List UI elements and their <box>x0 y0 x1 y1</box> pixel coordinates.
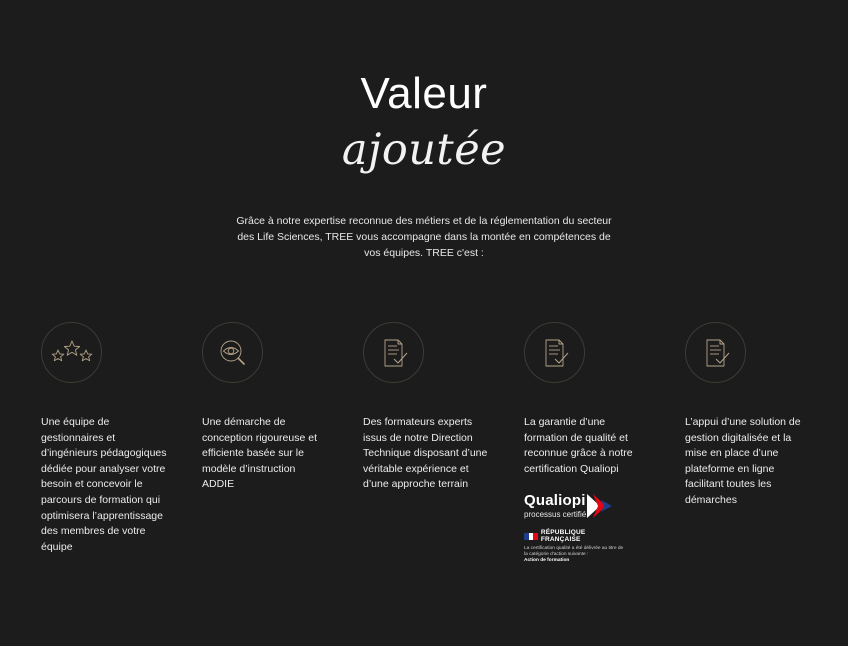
certification-note-text: La certification qualité a été délivrée … <box>524 546 624 558</box>
qualiopi-tagline: processus certifié <box>524 510 587 520</box>
republique-label: RÉPUBLIQUE FRANÇAISE <box>540 529 586 544</box>
feature-team: Une équipe de gestionnaires et d’ingénie… <box>41 322 167 555</box>
document-check-icon <box>706 339 729 366</box>
qualiopi-mark-icon <box>587 494 613 519</box>
feature-icon-circle <box>524 322 585 383</box>
feature-trainers: Des formateurs experts issus de notre Di… <box>363 322 489 493</box>
feature-digital: L’appui d’une solution de gestion digita… <box>685 322 811 509</box>
page-subtitle: ajoutée <box>341 125 507 175</box>
qualiopi-name: Qualiopi <box>524 492 586 510</box>
feature-icon-circle <box>363 322 424 383</box>
page-title: Valeur <box>360 69 488 118</box>
feature-method: Une démarche de conception rigoureuse et… <box>202 322 328 493</box>
qualiopi-logo: Qualiopi processus certifié RÉPUBLIQUE F… <box>524 493 626 564</box>
feature-text: Une démarche de conception rigoureuse et… <box>202 416 317 491</box>
feature-text: Des formateurs experts issus de notre Di… <box>363 416 488 491</box>
intro-text: Grâce à notre expertise reconnue des mét… <box>236 215 612 259</box>
feature-quality: La garantie d’une formation de qualité e… <box>524 322 650 564</box>
stars-icon <box>51 340 92 361</box>
feature-text: Une équipe de gestionnaires et d’ingénie… <box>41 416 167 553</box>
feature-text: La garantie d’une formation de qualité e… <box>524 416 633 475</box>
certification-note: La certification qualité a été délivrée … <box>524 546 626 564</box>
feature-icon-circle <box>202 322 263 383</box>
feature-text: L’appui d’une solution de gestion digita… <box>685 416 801 506</box>
french-flag-icon <box>524 532 538 540</box>
certification-action: Action de formation <box>524 558 570 564</box>
document-check-icon <box>545 339 568 366</box>
feature-icon-circle <box>41 322 102 383</box>
document-check-icon <box>384 339 407 366</box>
feature-icon-circle <box>685 322 746 383</box>
eye-magnifier-icon <box>220 340 245 365</box>
